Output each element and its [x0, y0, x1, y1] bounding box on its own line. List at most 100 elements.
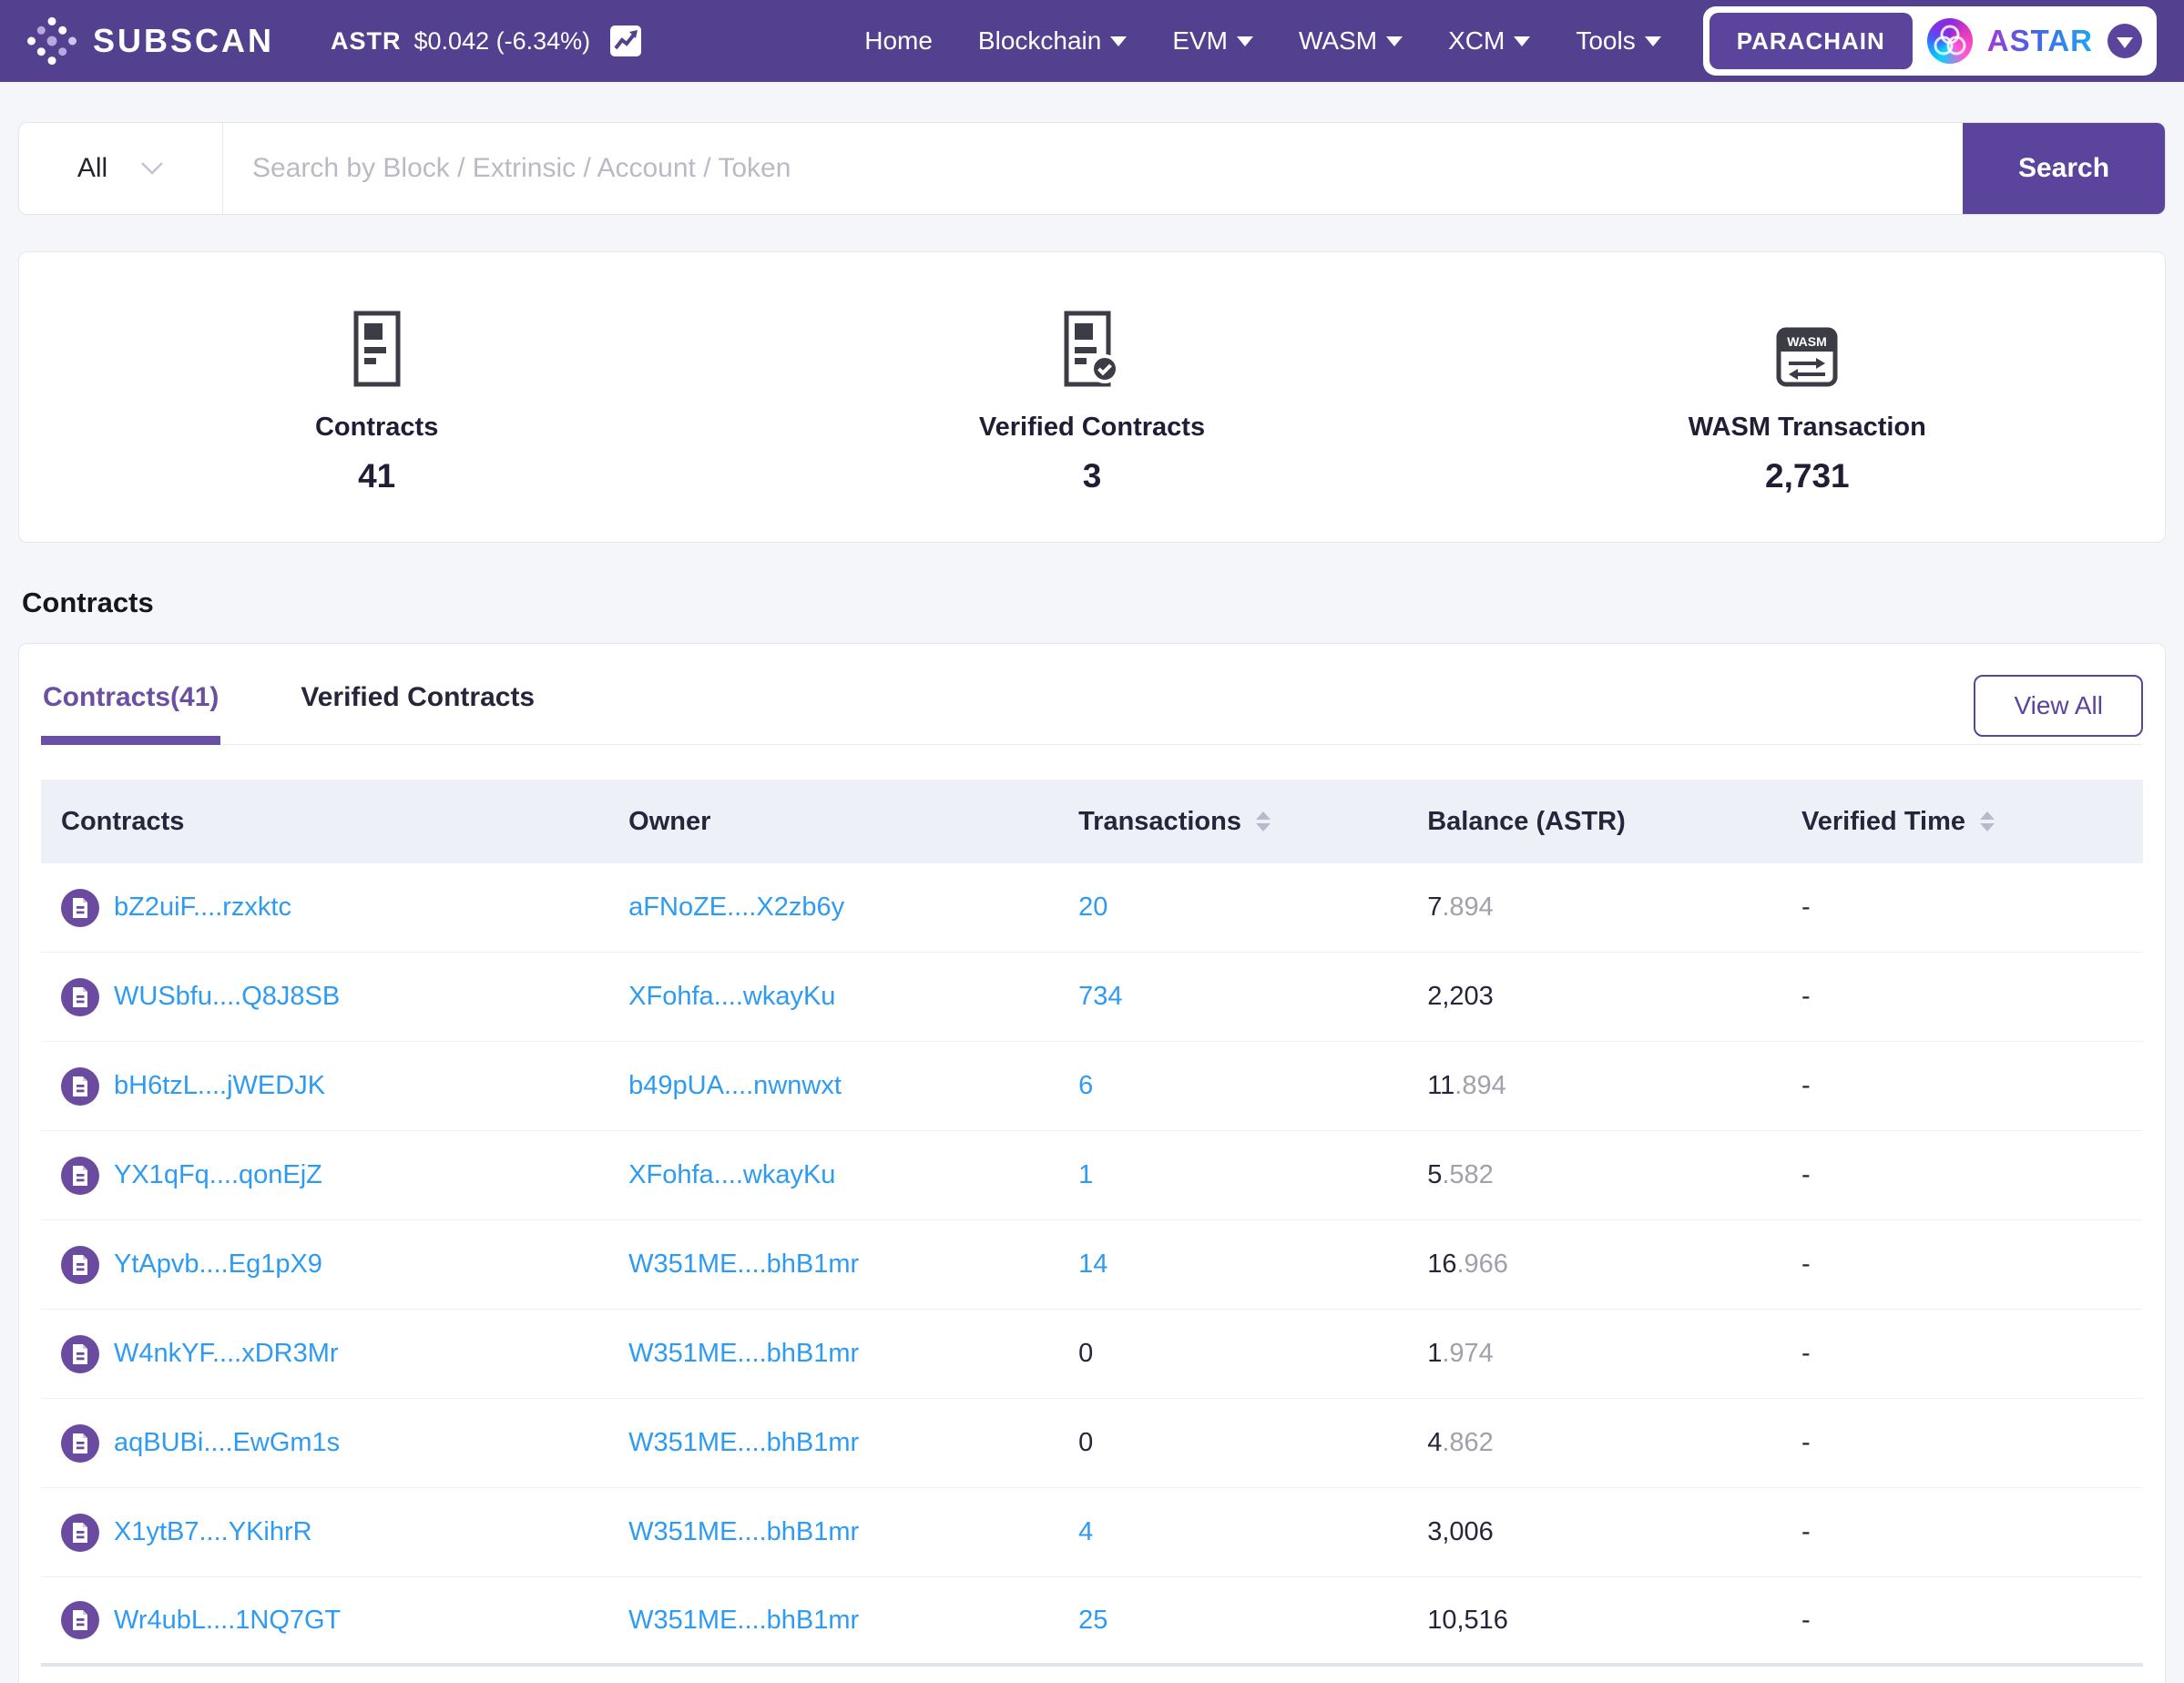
contract-icon [61, 1246, 99, 1284]
balance-value: 11.894 [1407, 1071, 1781, 1101]
column-verified-time: Verified Time [1781, 807, 2143, 837]
contract-icon [61, 1601, 99, 1639]
verified-time-value: - [1781, 1250, 2143, 1280]
owner-link[interactable]: W351ME....bhB1mr [628, 1517, 859, 1547]
contract-icon [61, 889, 99, 927]
contract-link[interactable]: bZ2uiF....rzxktc [114, 892, 291, 923]
table-row: aqBUBi....EwGm1s W351ME....bhB1mr 0 4.86… [41, 1399, 2143, 1488]
table-row: Wr4ubL....1NQ7GT W351ME....bhB1mr 25 10,… [41, 1577, 2143, 1667]
contract-icon [61, 1335, 99, 1373]
balance-value: 5.582 [1407, 1160, 1781, 1190]
brand-name: SUBSCAN [93, 22, 274, 60]
navbar: SUBSCAN ASTR $0.042 (-6.34%) Home Blockc… [0, 0, 2184, 82]
svg-text:WASM: WASM [1788, 334, 1828, 349]
transactions-link[interactable]: 20 [1078, 892, 1107, 923]
owner-link[interactable]: W351ME....bhB1mr [628, 1250, 859, 1280]
contract-link[interactable]: YtApvb....Eg1pX9 [114, 1250, 322, 1280]
verified-time-value: - [1781, 1606, 2143, 1636]
search-bar: All Search [18, 122, 2166, 215]
verified-time-value: - [1781, 1071, 2143, 1101]
parachain-button[interactable]: PARACHAIN [1709, 13, 1913, 69]
contract-icon [61, 1157, 99, 1195]
sort-icon[interactable] [1980, 811, 1995, 831]
verified-time-value: - [1781, 1160, 2143, 1190]
tabbar: Contracts(41) Verified Contracts View Al… [41, 644, 2143, 745]
tab-verified-contracts[interactable]: Verified Contracts [299, 682, 536, 744]
balance-value: 3,006 [1407, 1517, 1781, 1547]
network-name: ASTAR [1987, 24, 2093, 58]
transactions-link[interactable]: 14 [1078, 1250, 1107, 1280]
table-row: X1ytB7....YKihrR W351ME....bhB1mr 4 3,00… [41, 1488, 2143, 1577]
contract-link[interactable]: YX1qFq....qonEjZ [114, 1160, 322, 1190]
price-chart-icon[interactable] [608, 24, 643, 58]
balance-value: 4.862 [1407, 1428, 1781, 1458]
transactions-link[interactable]: 6 [1078, 1071, 1093, 1101]
column-contracts: Contracts [41, 807, 608, 837]
table-row: bZ2uiF....rzxktc aFNoZE....X2zb6y 20 7.8… [41, 863, 2143, 953]
owner-link[interactable]: XFohfa....wkayKu [628, 1160, 835, 1190]
transactions-value: 0 [1078, 1428, 1093, 1458]
stat-verified-contracts: Verified Contracts 3 [734, 252, 1449, 542]
transactions-link[interactable]: 734 [1078, 982, 1122, 1012]
contracts-card: Contracts(41) Verified Contracts View Al… [18, 643, 2166, 1683]
transactions-link[interactable]: 1 [1078, 1160, 1093, 1190]
owner-link[interactable]: aFNoZE....X2zb6y [628, 892, 844, 923]
brand[interactable]: SUBSCAN [27, 16, 274, 66]
nav-wasm[interactable]: WASM [1299, 26, 1403, 56]
network-selector: PARACHAIN ASTAR [1703, 6, 2157, 76]
search-button[interactable]: Search [1963, 123, 2165, 214]
chevron-down-icon [1386, 36, 1403, 46]
nav-home[interactable]: Home [864, 26, 933, 56]
column-owner: Owner [608, 807, 1058, 837]
balance-value: 10,516 [1407, 1606, 1781, 1636]
balance-value: 2,203 [1407, 982, 1781, 1012]
contract-icon [61, 1067, 99, 1106]
sort-icon[interactable] [1256, 811, 1271, 831]
transactions-link[interactable]: 4 [1078, 1517, 1093, 1547]
verified-time-value: - [1781, 982, 2143, 1012]
column-balance: Balance (ASTR) [1407, 807, 1781, 837]
transactions-value: 0 [1078, 1339, 1093, 1369]
transactions-link[interactable]: 25 [1078, 1606, 1107, 1636]
astar-logo-icon [1927, 18, 1973, 64]
contract-link[interactable]: W4nkYF....xDR3Mr [114, 1339, 339, 1369]
owner-link[interactable]: b49pUA....nwnwxt [628, 1071, 842, 1101]
search-section: All Search [0, 82, 2184, 251]
nav-evm[interactable]: EVM [1172, 26, 1253, 56]
table-header: Contracts Owner Transactions Balance (AS… [41, 780, 2143, 863]
tab-contracts[interactable]: Contracts(41) [41, 682, 220, 744]
stat-value: 41 [358, 457, 395, 495]
chevron-down-icon [1110, 36, 1127, 46]
token-price: ASTR $0.042 (-6.34%) [331, 24, 643, 58]
nav-blockchain[interactable]: Blockchain [978, 26, 1127, 56]
stat-contracts: Contracts 41 [19, 252, 734, 542]
owner-link[interactable]: XFohfa....wkayKu [628, 982, 835, 1012]
nav-xcm[interactable]: XCM [1448, 26, 1530, 56]
table-row: WUSbfu....Q8J8SB XFohfa....wkayKu 734 2,… [41, 953, 2143, 1042]
contract-link[interactable]: aqBUBi....EwGm1s [114, 1428, 340, 1458]
search-filter-select[interactable]: All [19, 123, 223, 214]
contract-link[interactable]: WUSbfu....Q8J8SB [114, 982, 340, 1012]
verified-contract-icon [1064, 300, 1120, 387]
contract-link[interactable]: Wr4ubL....1NQ7GT [114, 1606, 341, 1636]
verified-time-value: - [1781, 1428, 2143, 1458]
subscan-logo-icon [27, 16, 77, 66]
owner-link[interactable]: W351ME....bhB1mr [628, 1606, 859, 1636]
chevron-down-icon [140, 161, 164, 176]
contract-link[interactable]: bH6tzL....jWEDJK [114, 1071, 325, 1101]
stats-card: Contracts 41 Verified Contracts 3 WASM [18, 251, 2166, 543]
contract-link[interactable]: X1ytB7....YKihrR [114, 1517, 312, 1547]
owner-link[interactable]: W351ME....bhB1mr [628, 1339, 859, 1369]
contract-icon [61, 978, 99, 1016]
search-input[interactable] [223, 123, 1963, 214]
stat-value: 2,731 [1765, 457, 1850, 495]
view-all-button[interactable]: View All [1974, 675, 2143, 737]
owner-link[interactable]: W351ME....bhB1mr [628, 1428, 859, 1458]
chevron-down-icon [1237, 36, 1253, 46]
network-chevron-down-icon[interactable] [2107, 24, 2142, 58]
verified-time-value: - [1781, 892, 2143, 923]
chevron-down-icon [1514, 36, 1530, 46]
nav-tools[interactable]: Tools [1576, 26, 1660, 56]
table-row: W4nkYF....xDR3Mr W351ME....bhB1mr 0 1.97… [41, 1310, 2143, 1399]
table-row: bH6tzL....jWEDJK b49pUA....nwnwxt 6 11.8… [41, 1042, 2143, 1131]
